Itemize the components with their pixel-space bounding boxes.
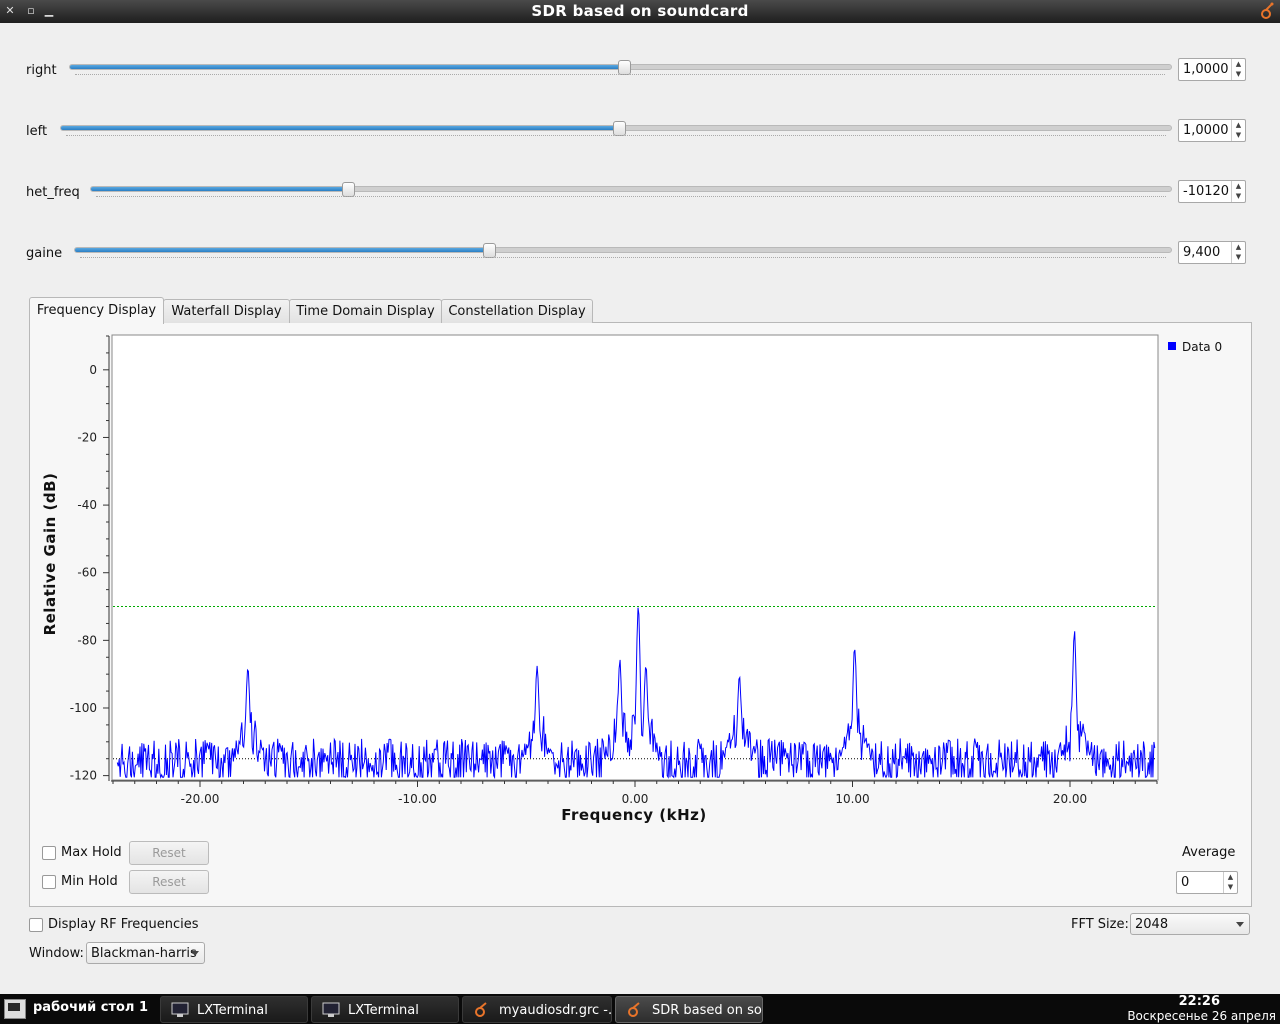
- y-tick-label: -40: [77, 498, 97, 512]
- min-hold-label: Min Hold: [61, 874, 118, 889]
- display-rf-checkbox[interactable]: [29, 918, 43, 932]
- window-label: Window:: [29, 946, 84, 961]
- x-axis-label: Frequency (kHz): [561, 806, 707, 824]
- gnuradio-icon: [475, 1002, 487, 1017]
- y-tick-label: -120: [70, 769, 97, 783]
- desktop-name[interactable]: рабочий стол 1: [33, 1000, 148, 1015]
- frequency-plot[interactable]: 0 -20 -40 -60 -80 -100 -120 -20.00 -10.00 0.00 10.…: [0, 0, 1280, 830]
- x-tick-label: 0.00: [622, 792, 649, 806]
- max-hold-reset-button[interactable]: Reset: [129, 841, 209, 865]
- chevron-down-icon: [1236, 922, 1244, 927]
- y-tick-label: -60: [77, 566, 97, 580]
- max-hold-checkbox[interactable]: [42, 846, 56, 860]
- taskbar-item[interactable]: myaudiosdr.grc -...: [462, 996, 612, 1023]
- spinbox-value[interactable]: 0: [1181, 875, 1189, 890]
- taskbar-item-label: LXTerminal: [348, 1003, 419, 1018]
- fft-size-label: FFT Size:: [1071, 917, 1129, 932]
- window-value: Blackman-harris: [91, 946, 197, 961]
- gnuradio-icon: [628, 1002, 640, 1017]
- chevron-down-icon: [191, 951, 199, 956]
- taskbar-item-label: SDR based on so...: [652, 1003, 763, 1018]
- min-hold-checkbox[interactable]: [42, 875, 56, 889]
- taskbar: рабочий стол 1 LXTerminal LXTerminal mya…: [0, 994, 1280, 1024]
- x-tick-label: -20.00: [181, 792, 220, 806]
- taskbar-item[interactable]: LXTerminal: [311, 996, 459, 1023]
- average-spinbox[interactable]: 0 ▲ ▼: [1176, 871, 1238, 894]
- clock-date: Воскресенье 26 апреля: [1127, 1009, 1276, 1023]
- max-hold-label: Max Hold: [61, 845, 122, 860]
- display-rf-label: Display RF Frequencies: [48, 917, 199, 932]
- tab-frequency-display[interactable]: Frequency Display: [29, 297, 164, 324]
- y-tick-label: -100: [70, 701, 97, 715]
- y-tick-label: -20: [77, 430, 97, 444]
- x-tick-label: -10.00: [398, 792, 437, 806]
- average-label: Average: [1182, 845, 1236, 860]
- menu-icon[interactable]: [4, 999, 26, 1019]
- spinbox-arrows-icon[interactable]: ▲ ▼: [1223, 872, 1237, 893]
- min-hold-reset-button[interactable]: Reset: [129, 870, 209, 894]
- taskbar-item-label: LXTerminal: [197, 1003, 268, 1018]
- fft-size-value: 2048: [1135, 917, 1169, 932]
- taskbar-item[interactable]: SDR based on so...: [615, 996, 763, 1023]
- legend-swatch: [1168, 342, 1176, 350]
- window-select[interactable]: Blackman-harris: [86, 942, 205, 964]
- y-tick-label: -80: [77, 633, 97, 647]
- terminal-icon: [322, 1002, 340, 1017]
- y-tick-label: 0: [89, 363, 97, 377]
- fft-size-select[interactable]: 2048: [1130, 913, 1250, 935]
- legend: Data 0: [1168, 340, 1222, 354]
- terminal-icon: [171, 1002, 189, 1017]
- clock-time[interactable]: 22:26: [1179, 994, 1220, 1009]
- taskbar-item-label: myaudiosdr.grc -...: [499, 1003, 612, 1018]
- taskbar-item[interactable]: LXTerminal: [160, 996, 308, 1023]
- x-tick-label: 20.00: [1053, 792, 1087, 806]
- x-tick-label: 10.00: [835, 792, 869, 806]
- legend-label: Data 0: [1182, 340, 1223, 354]
